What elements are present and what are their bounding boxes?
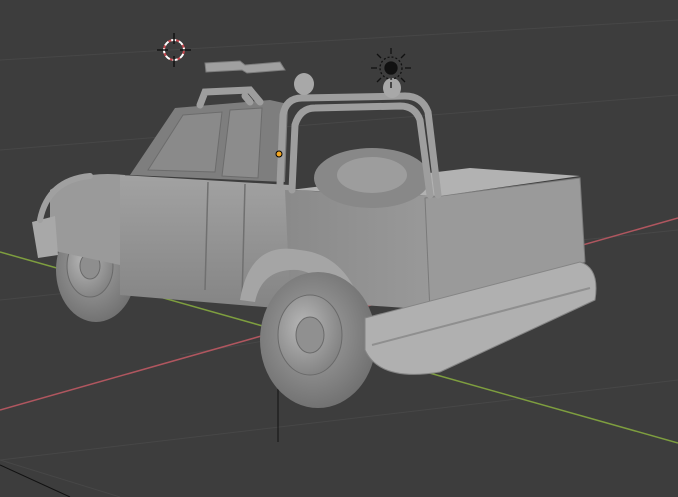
roof-light-right: [383, 78, 401, 98]
object-origin-dot[interactable]: [275, 150, 283, 158]
viewport-canvas[interactable]: [0, 0, 678, 497]
front-bumper: [32, 216, 58, 258]
guide-line: [0, 464, 71, 497]
pickup-truck[interactable]: [32, 73, 597, 408]
camera-icon[interactable]: [204, 60, 286, 74]
sun-light-icon[interactable]: [371, 48, 411, 88]
spare-tire: [314, 148, 430, 208]
cab-body: [120, 175, 300, 310]
roof-light-left: [294, 73, 314, 95]
3d-viewport[interactable]: [0, 0, 678, 497]
rear-wheel: [260, 272, 376, 408]
